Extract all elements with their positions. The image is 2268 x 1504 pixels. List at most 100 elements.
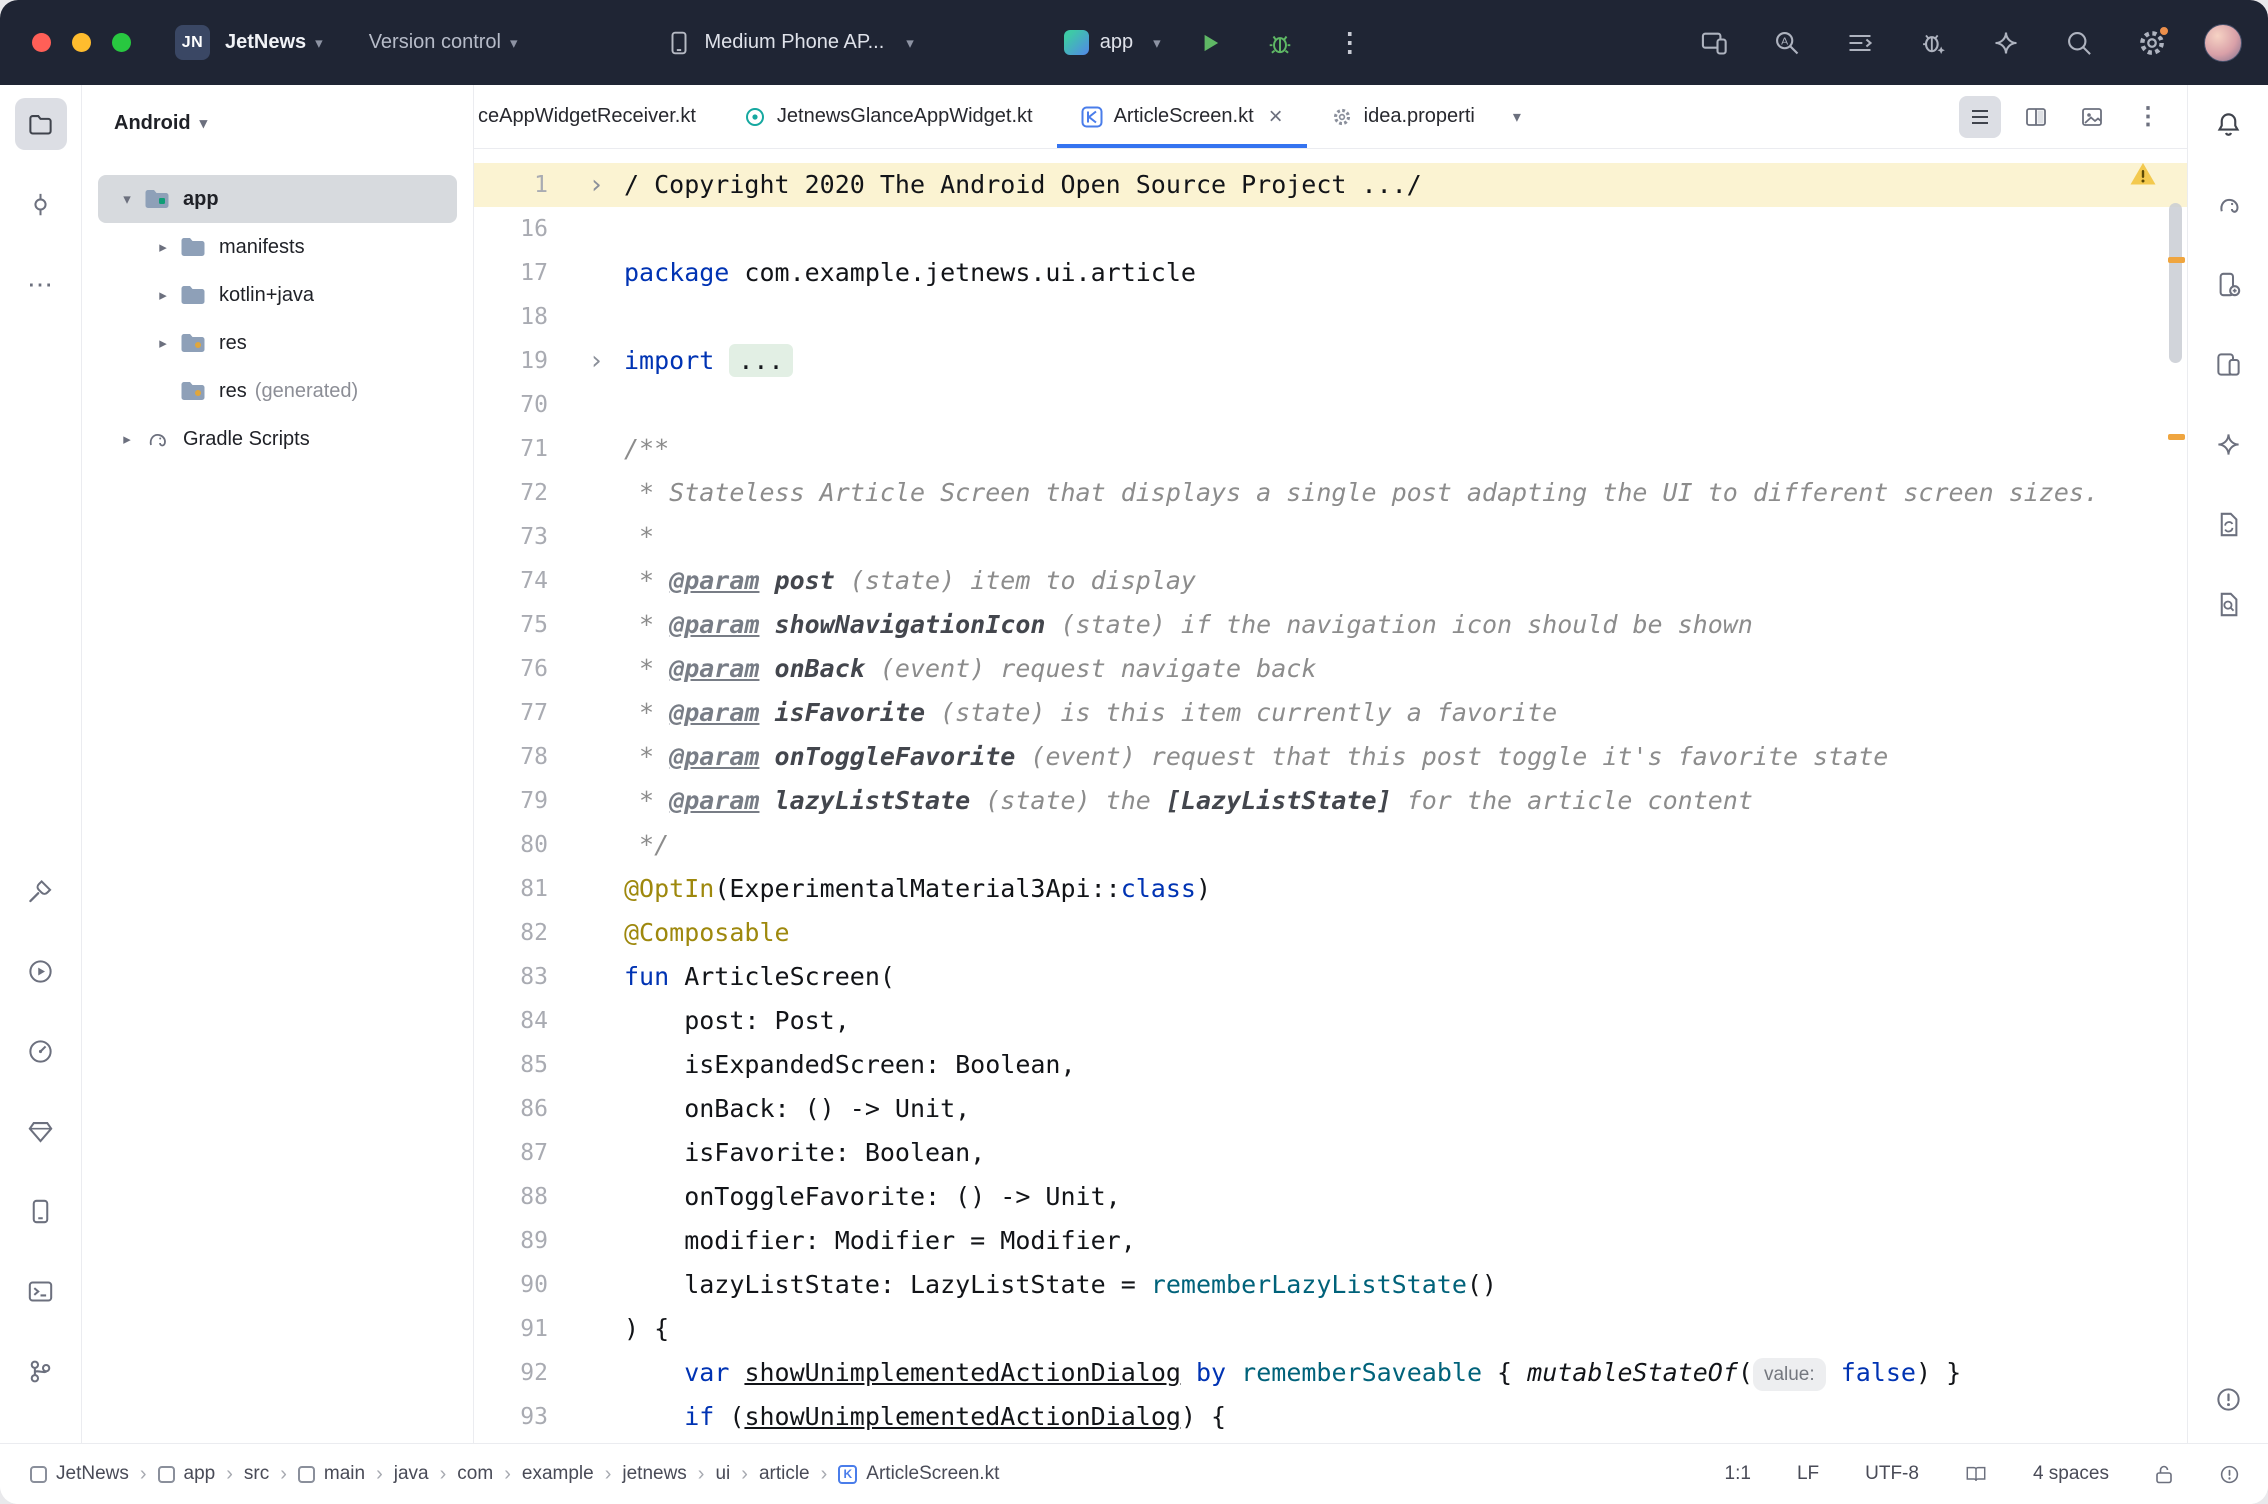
editor-gutter[interactable]: 17 (474, 251, 624, 295)
editor-gutter[interactable]: 82 (474, 911, 624, 955)
code-line[interactable]: 19›import ... (474, 339, 2187, 383)
error-indicator-widget[interactable] (2219, 1464, 2240, 1485)
editor-gutter[interactable]: 76 (474, 647, 624, 691)
fold-arrow-icon[interactable]: › (548, 339, 624, 383)
indent-widget[interactable]: 4 spaces (2033, 1463, 2109, 1485)
mirror-device-button[interactable] (1693, 22, 1735, 64)
editor-gutter[interactable]: 1› (474, 163, 624, 207)
code-line[interactable]: 91) { (474, 1307, 2187, 1351)
breadcrumb-item[interactable]: example (522, 1463, 594, 1485)
project-view-selector[interactable]: Android ▾ (82, 99, 473, 147)
project-tool-button[interactable] (15, 98, 67, 150)
gradle-panel-button[interactable] (2202, 178, 2254, 230)
tab-idea-properties[interactable]: idea.properti (1307, 85, 1499, 148)
code-line[interactable]: 1›/ Copyright 2020 The Android Open Sour… (474, 163, 2187, 207)
code-line[interactable]: 84 post: Post, (474, 999, 2187, 1043)
run-button[interactable] (1189, 22, 1231, 64)
tab-list-chevron[interactable]: ▾ (1499, 85, 1535, 148)
device-manager-panel-button[interactable] (2202, 258, 2254, 310)
gemini-panel-button[interactable] (2202, 418, 2254, 470)
encoding-widget[interactable]: UTF-8 (1865, 1463, 1919, 1485)
editor-gutter[interactable]: 87 (474, 1131, 624, 1175)
editor-gutter[interactable]: 90 (474, 1263, 624, 1307)
device-selector[interactable]: Medium Phone AP... ▾ (666, 30, 914, 56)
code-line[interactable]: 80 */ (474, 823, 2187, 867)
zoom-window-button[interactable] (112, 33, 131, 52)
code-line[interactable]: 92 var showUnimplementedActionDialog by … (474, 1351, 2187, 1395)
close-window-button[interactable] (32, 33, 51, 52)
app-insights-button[interactable] (1912, 22, 1954, 64)
chevron-down-icon[interactable]: ▾ (112, 190, 142, 208)
editor-gutter[interactable]: 93 (474, 1395, 624, 1439)
editor-gutter[interactable]: 85 (474, 1043, 624, 1087)
split-editor-button[interactable] (2015, 96, 2057, 138)
find-action-button[interactable]: A (1766, 22, 1808, 64)
chevron-right-icon[interactable]: ▸ (148, 238, 178, 256)
editor-gutter[interactable]: 84 (474, 999, 624, 1043)
settings-button[interactable] (2131, 22, 2173, 64)
breadcrumb-item[interactable]: java (394, 1463, 429, 1485)
editor-gutter[interactable]: 89 (474, 1219, 624, 1263)
caret-position-widget[interactable]: 1:1 (1725, 1463, 1751, 1485)
problems-panel-button[interactable] (2202, 1373, 2254, 1425)
editor-gutter[interactable]: 71 (474, 427, 624, 471)
tree-item-res-generated[interactable]: res (generated) (98, 367, 457, 415)
editor-gutter[interactable]: 88 (474, 1175, 624, 1219)
write-access-widget[interactable] (2155, 1464, 2173, 1484)
device-manager-tool-button[interactable] (15, 1185, 67, 1237)
code-line[interactable]: 76 * @param onBack (event) request navig… (474, 647, 2187, 691)
code-line[interactable]: 79 * @param lazyListState (state) the [L… (474, 779, 2187, 823)
tree-item-res[interactable]: ▸ res (98, 319, 457, 367)
close-icon[interactable]: × (1269, 105, 1283, 129)
breadcrumb-item[interactable]: KArticleScreen.kt (838, 1463, 999, 1485)
breadcrumb-item[interactable]: src (244, 1463, 269, 1485)
editor-gutter[interactable]: 19› (474, 339, 624, 383)
terminal-tool-button[interactable] (15, 1265, 67, 1317)
editor-scrollbar[interactable] (2169, 203, 2182, 363)
code-line[interactable]: 85 isExpandedScreen: Boolean, (474, 1043, 2187, 1087)
editor-gutter[interactable]: 92 (474, 1351, 624, 1395)
running-devices-panel-button[interactable] (2202, 338, 2254, 390)
editor-gutter[interactable]: 81 (474, 867, 624, 911)
tree-item-manifests[interactable]: ▸ manifests (98, 223, 457, 271)
debug-button[interactable] (1259, 22, 1301, 64)
editor-gutter[interactable]: 79 (474, 779, 624, 823)
editor-gutter[interactable]: 78 (474, 735, 624, 779)
code-line[interactable]: 86 onBack: () -> Unit, (474, 1087, 2187, 1131)
logcat-button[interactable] (1839, 22, 1881, 64)
tree-item-kotlin-java[interactable]: ▸ kotlin+java (98, 271, 457, 319)
breadcrumb-item[interactable]: com (457, 1463, 493, 1485)
code-editor[interactable]: 1›/ Copyright 2020 The Android Open Sour… (474, 149, 2187, 1443)
editor-gutter[interactable]: 73 (474, 515, 624, 559)
project-name-menu[interactable]: JetNews (225, 31, 306, 54)
tree-item-app[interactable]: ▾ app (98, 175, 457, 223)
warning-stripe-mark[interactable] (2168, 434, 2185, 440)
editor-gutter[interactable]: 75 (474, 603, 624, 647)
layout-inspector-panel-button[interactable] (2202, 578, 2254, 630)
reader-mode-widget[interactable] (1965, 1464, 1987, 1484)
breadcrumb-item[interactable]: jetnews (622, 1463, 686, 1485)
code-line[interactable]: 75 * @param showNavigationIcon (state) i… (474, 603, 2187, 647)
vcs-menu[interactable]: Version control ▾ (369, 31, 518, 54)
breadcrumb-item[interactable]: app (158, 1463, 216, 1485)
editor-gutter[interactable]: 16 (474, 207, 624, 251)
build-tool-button[interactable] (15, 865, 67, 917)
tab-article-screen[interactable]: ArticleScreen.kt × (1057, 85, 1307, 148)
code-line[interactable]: 78 * @param onToggleFavorite (event) req… (474, 735, 2187, 779)
tab-glance-widget[interactable]: JetnewsGlanceAppWidget.kt (720, 85, 1057, 148)
chevron-right-icon[interactable]: ▸ (148, 334, 178, 352)
editor-gutter[interactable]: 77 (474, 691, 624, 735)
play-policy-tool-button[interactable] (15, 1105, 67, 1157)
tab-receiver[interactable]: ceAppWidgetReceiver.kt (474, 85, 720, 148)
build-variants-panel-button[interactable] (2202, 498, 2254, 550)
inspections-widget[interactable] (2129, 161, 2157, 191)
code-line[interactable]: 17package com.example.jetnews.ui.article (474, 251, 2187, 295)
code-line[interactable]: 93 if (showUnimplementedActionDialog) { (474, 1395, 2187, 1439)
run-configuration[interactable]: app ▾ (1064, 30, 1161, 55)
code-line[interactable]: 81@OptIn(ExperimentalMaterial3Api::class… (474, 867, 2187, 911)
editor-gutter[interactable]: 91 (474, 1307, 624, 1351)
editor-gutter[interactable]: 72 (474, 471, 624, 515)
version-control-tool-button[interactable] (15, 1345, 67, 1397)
code-line[interactable]: 16 (474, 207, 2187, 251)
breadcrumb-item[interactable]: main (298, 1463, 365, 1485)
